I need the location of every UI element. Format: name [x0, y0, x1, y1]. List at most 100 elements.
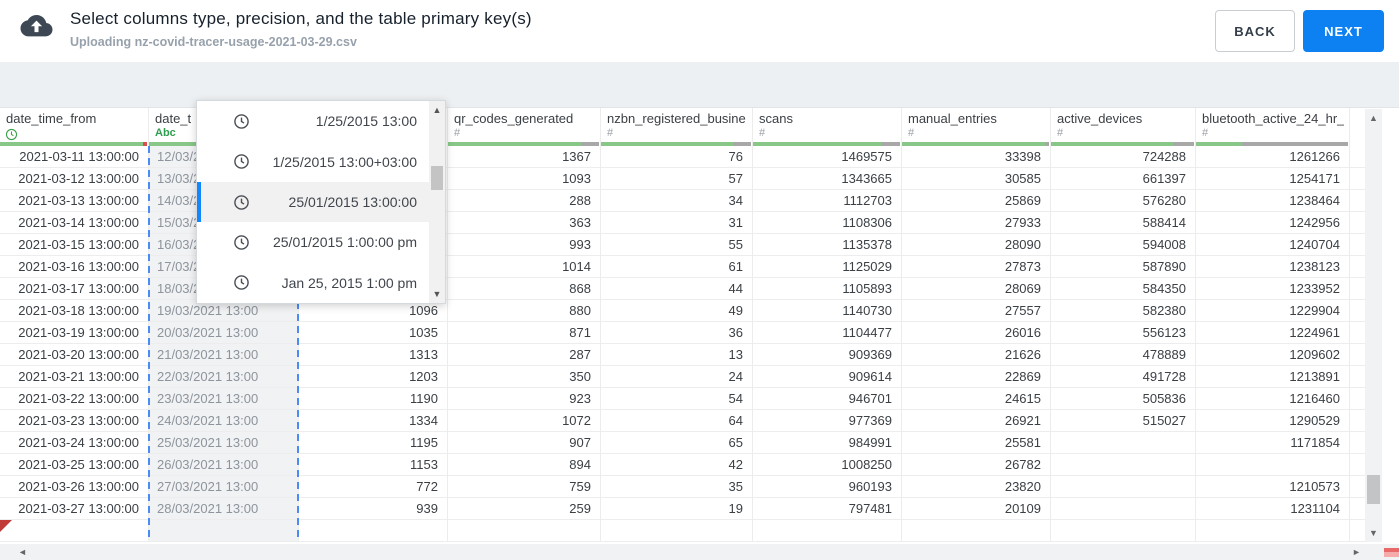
- cell-bluetooth_active_24_hr_[interactable]: 1242956: [1196, 212, 1350, 233]
- cell-bluetooth_active_24_hr_[interactable]: [1196, 454, 1350, 475]
- cell-date_time_from[interactable]: 2021-03-16 13:00:00: [0, 256, 149, 277]
- cell-nzbn_registered_busine[interactable]: 31: [601, 212, 753, 233]
- cell-qr_codes_generated[interactable]: 923: [448, 388, 601, 409]
- cell-scans[interactable]: 1125029: [753, 256, 902, 277]
- cell-date_time_from[interactable]: 2021-03-15 13:00:00: [0, 234, 149, 255]
- cell-manual_entries[interactable]: 24615: [902, 388, 1051, 409]
- dropdown-scroll-down-arrow[interactable]: ▼: [429, 289, 445, 299]
- cell-date_time_to[interactable]: 25/03/2021 13:00: [149, 432, 299, 453]
- cell-date_time_to[interactable]: 24/03/2021 13:00: [149, 410, 299, 431]
- cell-scans[interactable]: 1469575: [753, 146, 902, 167]
- cell-bluetooth_active_24_hr_[interactable]: [1196, 520, 1350, 541]
- cell-qr_codes_generated[interactable]: 259: [448, 498, 601, 519]
- cell-manual_entries[interactable]: 26921: [902, 410, 1051, 431]
- cell-qr_codes_generated[interactable]: 868: [448, 278, 601, 299]
- cell-scans[interactable]: 1112703: [753, 190, 902, 211]
- cell-hidden_column[interactable]: 1035: [299, 322, 448, 343]
- cell-scans[interactable]: 909614: [753, 366, 902, 387]
- cell-active_devices[interactable]: 594008: [1051, 234, 1196, 255]
- format-option[interactable]: 25/01/2015 13:00:00: [197, 181, 429, 223]
- scroll-right-arrow[interactable]: ►: [1352, 547, 1361, 557]
- cell-qr_codes_generated[interactable]: 287: [448, 344, 601, 365]
- cell-qr_codes_generated[interactable]: 871: [448, 322, 601, 343]
- cell-date_time_from[interactable]: 2021-03-19 13:00:00: [0, 322, 149, 343]
- cell-date_time_from[interactable]: 2021-03-20 13:00:00: [0, 344, 149, 365]
- cell-date_time_from[interactable]: 2021-03-24 13:00:00: [0, 432, 149, 453]
- vertical-scrollbar[interactable]: ▲ ▼: [1365, 109, 1382, 542]
- cell-nzbn_registered_busine[interactable]: 49: [601, 300, 753, 321]
- cell-manual_entries[interactable]: [902, 520, 1051, 541]
- cell-active_devices[interactable]: 661397: [1051, 168, 1196, 189]
- cell-qr_codes_generated[interactable]: 1014: [448, 256, 601, 277]
- cell-active_devices[interactable]: 491728: [1051, 366, 1196, 387]
- cell-qr_codes_generated[interactable]: 880: [448, 300, 601, 321]
- cell-active_devices[interactable]: [1051, 498, 1196, 519]
- cell-scans[interactable]: 946701: [753, 388, 902, 409]
- cell-date_time_from[interactable]: 2021-03-12 13:00:00: [0, 168, 149, 189]
- cell-scans[interactable]: 984991: [753, 432, 902, 453]
- cell-manual_entries[interactable]: 21626: [902, 344, 1051, 365]
- cell-manual_entries[interactable]: 27933: [902, 212, 1051, 233]
- cell-nzbn_registered_busine[interactable]: 36: [601, 322, 753, 343]
- cell-date_time_from[interactable]: 2021-03-17 13:00:00: [0, 278, 149, 299]
- cell-active_devices[interactable]: 582380: [1051, 300, 1196, 321]
- cell-hidden_column[interactable]: 772: [299, 476, 448, 497]
- column-header-bluetooth_active_24_hr_[interactable]: bluetooth_active_24_hr_ #: [1196, 108, 1350, 146]
- cell-scans[interactable]: [753, 520, 902, 541]
- cell-qr_codes_generated[interactable]: 288: [448, 190, 601, 211]
- cell-date_time_from[interactable]: 2021-03-14 13:00:00: [0, 212, 149, 233]
- cell-nzbn_registered_busine[interactable]: 57: [601, 168, 753, 189]
- cell-scans[interactable]: 1343665: [753, 168, 902, 189]
- cell-bluetooth_active_24_hr_[interactable]: 1254171: [1196, 168, 1350, 189]
- cell-scans[interactable]: 1140730: [753, 300, 902, 321]
- cell-nzbn_registered_busine[interactable]: 19: [601, 498, 753, 519]
- cell-active_devices[interactable]: 556123: [1051, 322, 1196, 343]
- cell-bluetooth_active_24_hr_[interactable]: 1238123: [1196, 256, 1350, 277]
- cell-date_time_to[interactable]: [149, 520, 299, 541]
- cell-manual_entries[interactable]: 27873: [902, 256, 1051, 277]
- cell-manual_entries[interactable]: 20109: [902, 498, 1051, 519]
- cell-active_devices[interactable]: 588414: [1051, 212, 1196, 233]
- cell-active_devices[interactable]: 515027: [1051, 410, 1196, 431]
- cell-qr_codes_generated[interactable]: 1072: [448, 410, 601, 431]
- cell-date_time_to[interactable]: 27/03/2021 13:00: [149, 476, 299, 497]
- cell-hidden_column[interactable]: 1334: [299, 410, 448, 431]
- scroll-left-arrow[interactable]: ◄: [18, 547, 27, 557]
- cell-date_time_to[interactable]: 21/03/2021 13:00: [149, 344, 299, 365]
- cell-bluetooth_active_24_hr_[interactable]: 1213891: [1196, 366, 1350, 387]
- cell-bluetooth_active_24_hr_[interactable]: 1240704: [1196, 234, 1350, 255]
- column-header-date_time_from[interactable]: date_time_from: [0, 108, 149, 146]
- cell-date_time_to[interactable]: 20/03/2021 13:00: [149, 322, 299, 343]
- cell-manual_entries[interactable]: 23820: [902, 476, 1051, 497]
- cell-nzbn_registered_busine[interactable]: 55: [601, 234, 753, 255]
- cell-nzbn_registered_busine[interactable]: 64: [601, 410, 753, 431]
- cell-active_devices[interactable]: 505836: [1051, 388, 1196, 409]
- cell-qr_codes_generated[interactable]: 350: [448, 366, 601, 387]
- format-option[interactable]: Jan 25, 2015 1:00 pm: [197, 263, 429, 303]
- cell-active_devices[interactable]: 584350: [1051, 278, 1196, 299]
- cell-nzbn_registered_busine[interactable]: 65: [601, 432, 753, 453]
- cell-active_devices[interactable]: [1051, 476, 1196, 497]
- cell-date_time_from[interactable]: 2021-03-23 13:00:00: [0, 410, 149, 431]
- cell-scans[interactable]: 977369: [753, 410, 902, 431]
- cell-nzbn_registered_busine[interactable]: 24: [601, 366, 753, 387]
- next-button[interactable]: NEXT: [1303, 10, 1384, 52]
- cell-hidden_column[interactable]: 1195: [299, 432, 448, 453]
- dropdown-scrollbar[interactable]: ▲ ▼: [429, 101, 445, 303]
- cell-date_time_from[interactable]: 2021-03-27 13:00:00: [0, 498, 149, 519]
- cell-date_time_from[interactable]: 2021-03-13 13:00:00: [0, 190, 149, 211]
- column-header-manual_entries[interactable]: manual_entries #: [902, 108, 1051, 146]
- cell-nzbn_registered_busine[interactable]: [601, 520, 753, 541]
- cell-date_time_from[interactable]: 2021-03-26 13:00:00: [0, 476, 149, 497]
- cell-date_time_from[interactable]: 2021-03-18 13:00:00: [0, 300, 149, 321]
- horizontal-scrollbar[interactable]: ◄ ►: [0, 544, 1399, 560]
- cell-qr_codes_generated[interactable]: 907: [448, 432, 601, 453]
- cell-active_devices[interactable]: 587890: [1051, 256, 1196, 277]
- cell-manual_entries[interactable]: 26782: [902, 454, 1051, 475]
- cell-bluetooth_active_24_hr_[interactable]: 1171854: [1196, 432, 1350, 453]
- cell-date_time_from[interactable]: 2021-03-11 13:00:00: [0, 146, 149, 167]
- cell-manual_entries[interactable]: 33398: [902, 146, 1051, 167]
- cell-date_time_to[interactable]: 22/03/2021 13:00: [149, 366, 299, 387]
- cell-nzbn_registered_busine[interactable]: 54: [601, 388, 753, 409]
- cell-date_time_from[interactable]: 2021-03-25 13:00:00: [0, 454, 149, 475]
